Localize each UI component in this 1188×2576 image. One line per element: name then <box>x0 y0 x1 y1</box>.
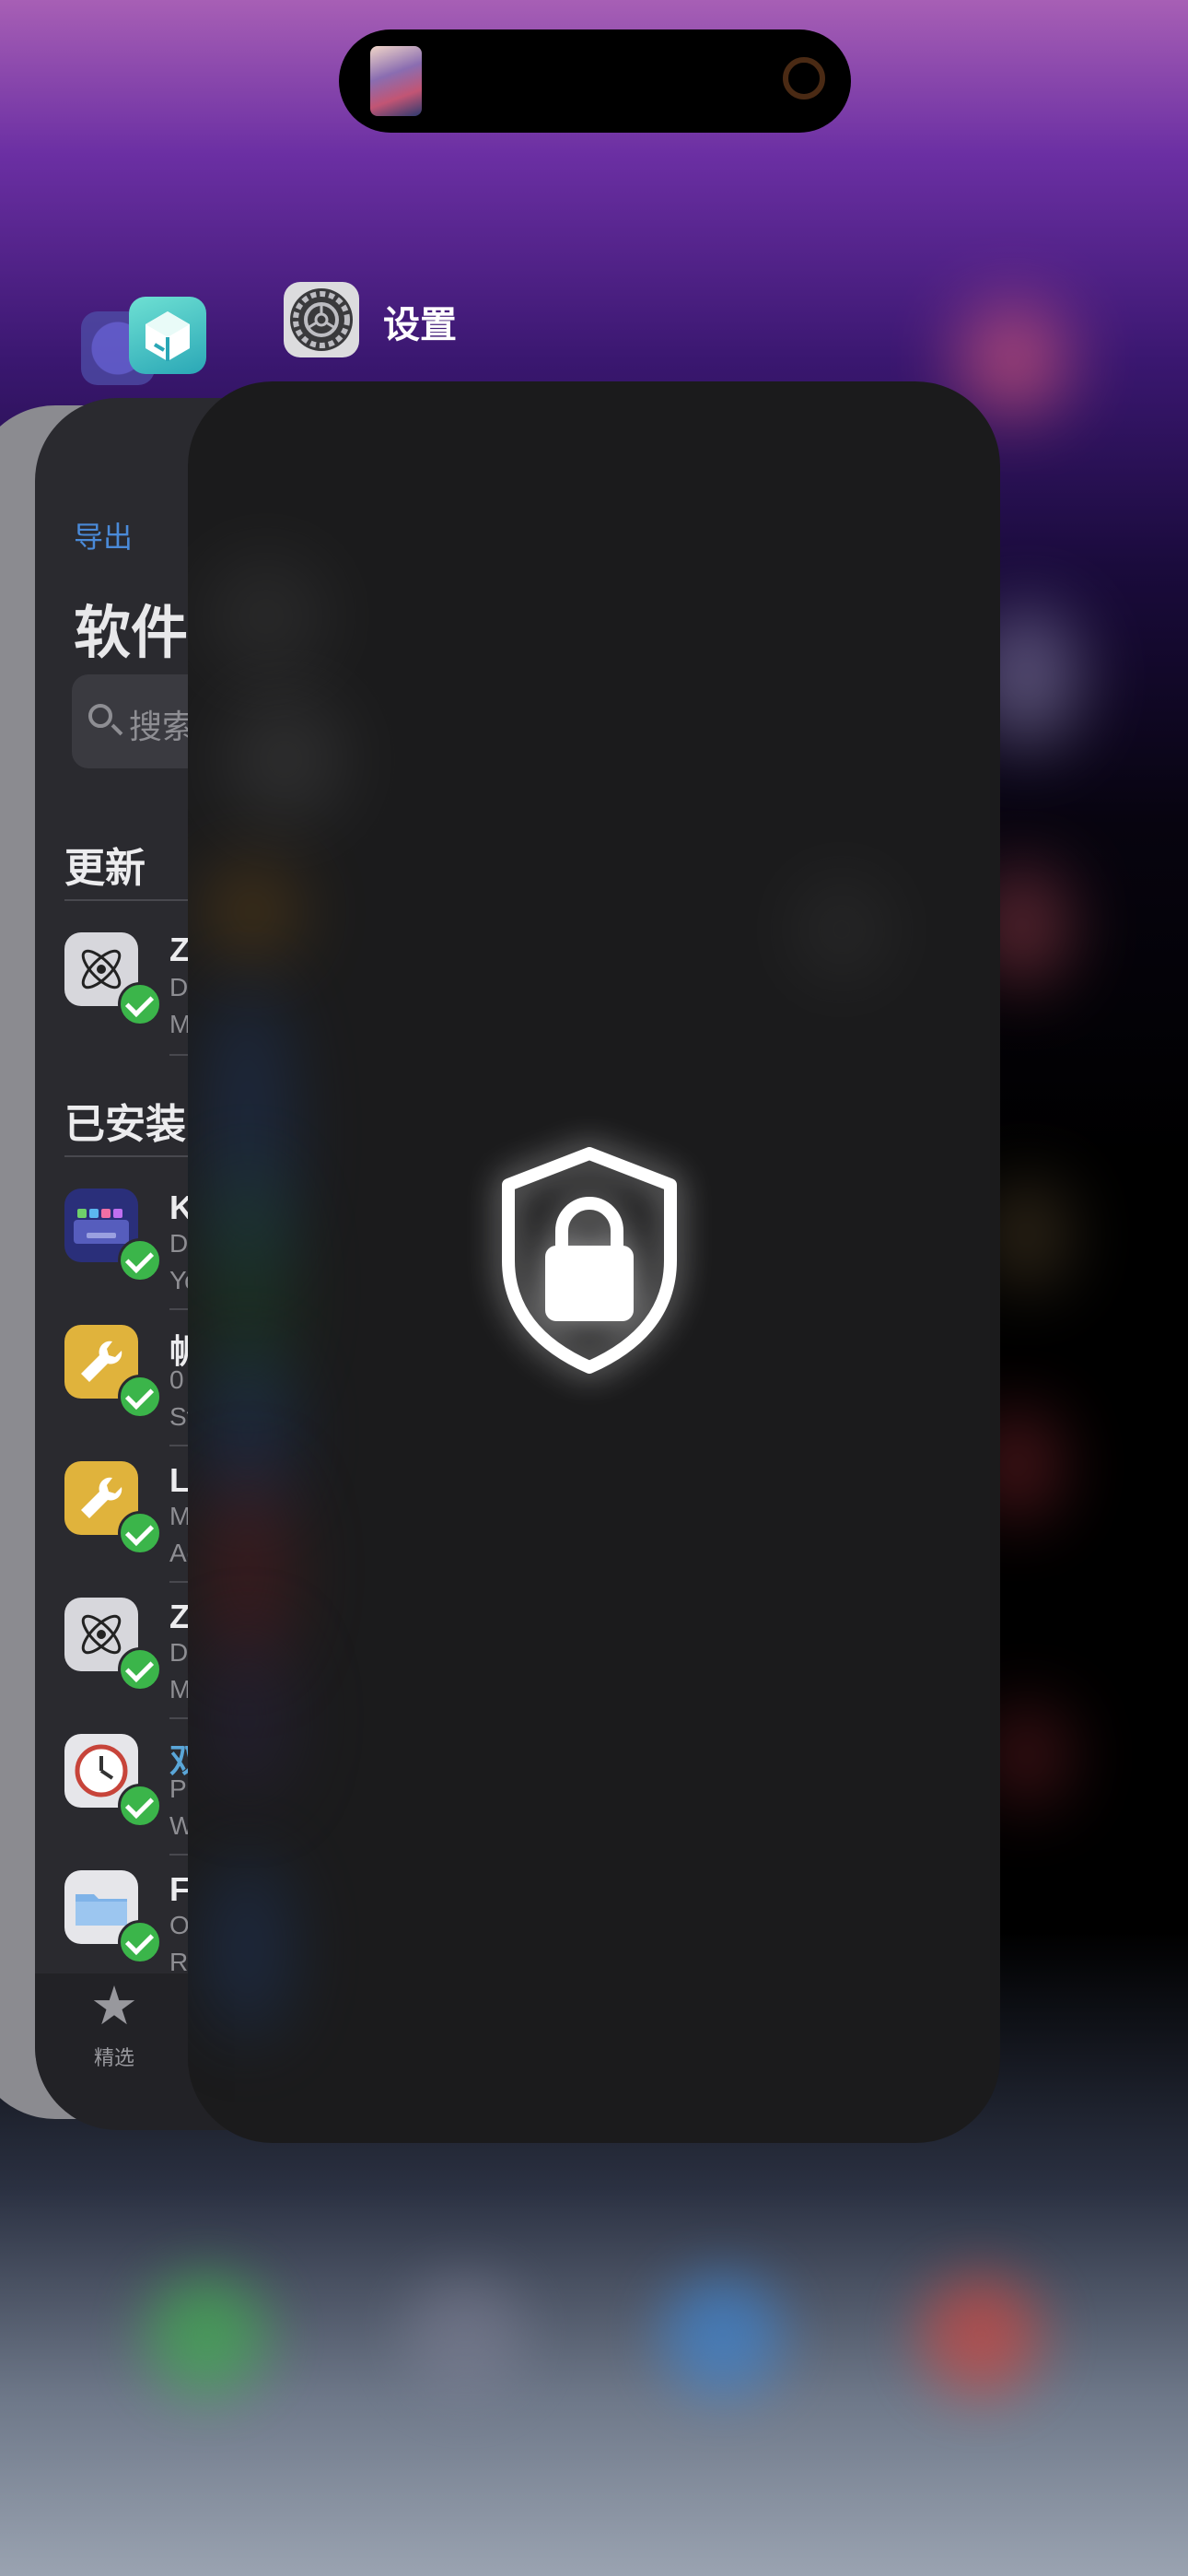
dynamic-island[interactable] <box>339 29 851 133</box>
album-art-icon <box>370 46 422 116</box>
item-subtitle: P <box>169 1774 187 1803</box>
bg-blur <box>958 304 1068 415</box>
installed-check-icon <box>118 1784 162 1828</box>
card-blur <box>206 861 298 962</box>
dock-app-blur <box>147 2276 267 2395</box>
export-button[interactable]: 导出 <box>74 514 133 556</box>
installed-check-icon <box>118 1375 162 1419</box>
item-title: Z <box>169 1598 190 1635</box>
sileo-icon[interactable] <box>129 297 206 374</box>
item-title: L <box>169 1461 190 1499</box>
item-subtitle: O <box>169 1911 190 1939</box>
star-icon[interactable]: ★ <box>88 1980 140 2033</box>
item-title: F <box>169 1870 190 1908</box>
ring-icon <box>783 57 825 100</box>
search-icon <box>88 704 112 728</box>
installed-check-icon <box>118 1238 162 1282</box>
gear-icon[interactable] <box>284 282 359 357</box>
item-subtitle: 0 <box>169 1365 184 1394</box>
tab-featured[interactable]: 精选 <box>76 2042 153 2071</box>
card-blur <box>206 1856 289 2040</box>
card-blur <box>796 879 888 980</box>
installed-check-icon <box>118 1647 162 1692</box>
item-subtitle: D <box>169 1638 189 1667</box>
section-updates: 更新 <box>64 846 146 891</box>
card-blur <box>225 695 344 824</box>
item-subtitle: D <box>169 1229 189 1258</box>
lock-shield-icon <box>488 1142 691 1382</box>
page-title: 软件 <box>74 602 189 665</box>
dock-app-blur <box>921 2276 1041 2395</box>
card-blur <box>206 556 326 676</box>
front-app-name: 设置 <box>383 305 457 345</box>
installed-check-icon <box>118 982 162 1026</box>
search-placeholder: 搜索 <box>129 708 196 745</box>
dock-app-blur <box>663 2276 783 2395</box>
section-installed: 已安装 <box>64 1102 186 1147</box>
item-title: Z <box>169 931 190 968</box>
card-blur <box>206 1634 289 1800</box>
installed-check-icon <box>118 1511 162 1555</box>
installed-check-icon <box>118 1920 162 1964</box>
item-subtitle: D <box>169 973 189 1001</box>
dock-app-blur <box>405 2276 525 2395</box>
